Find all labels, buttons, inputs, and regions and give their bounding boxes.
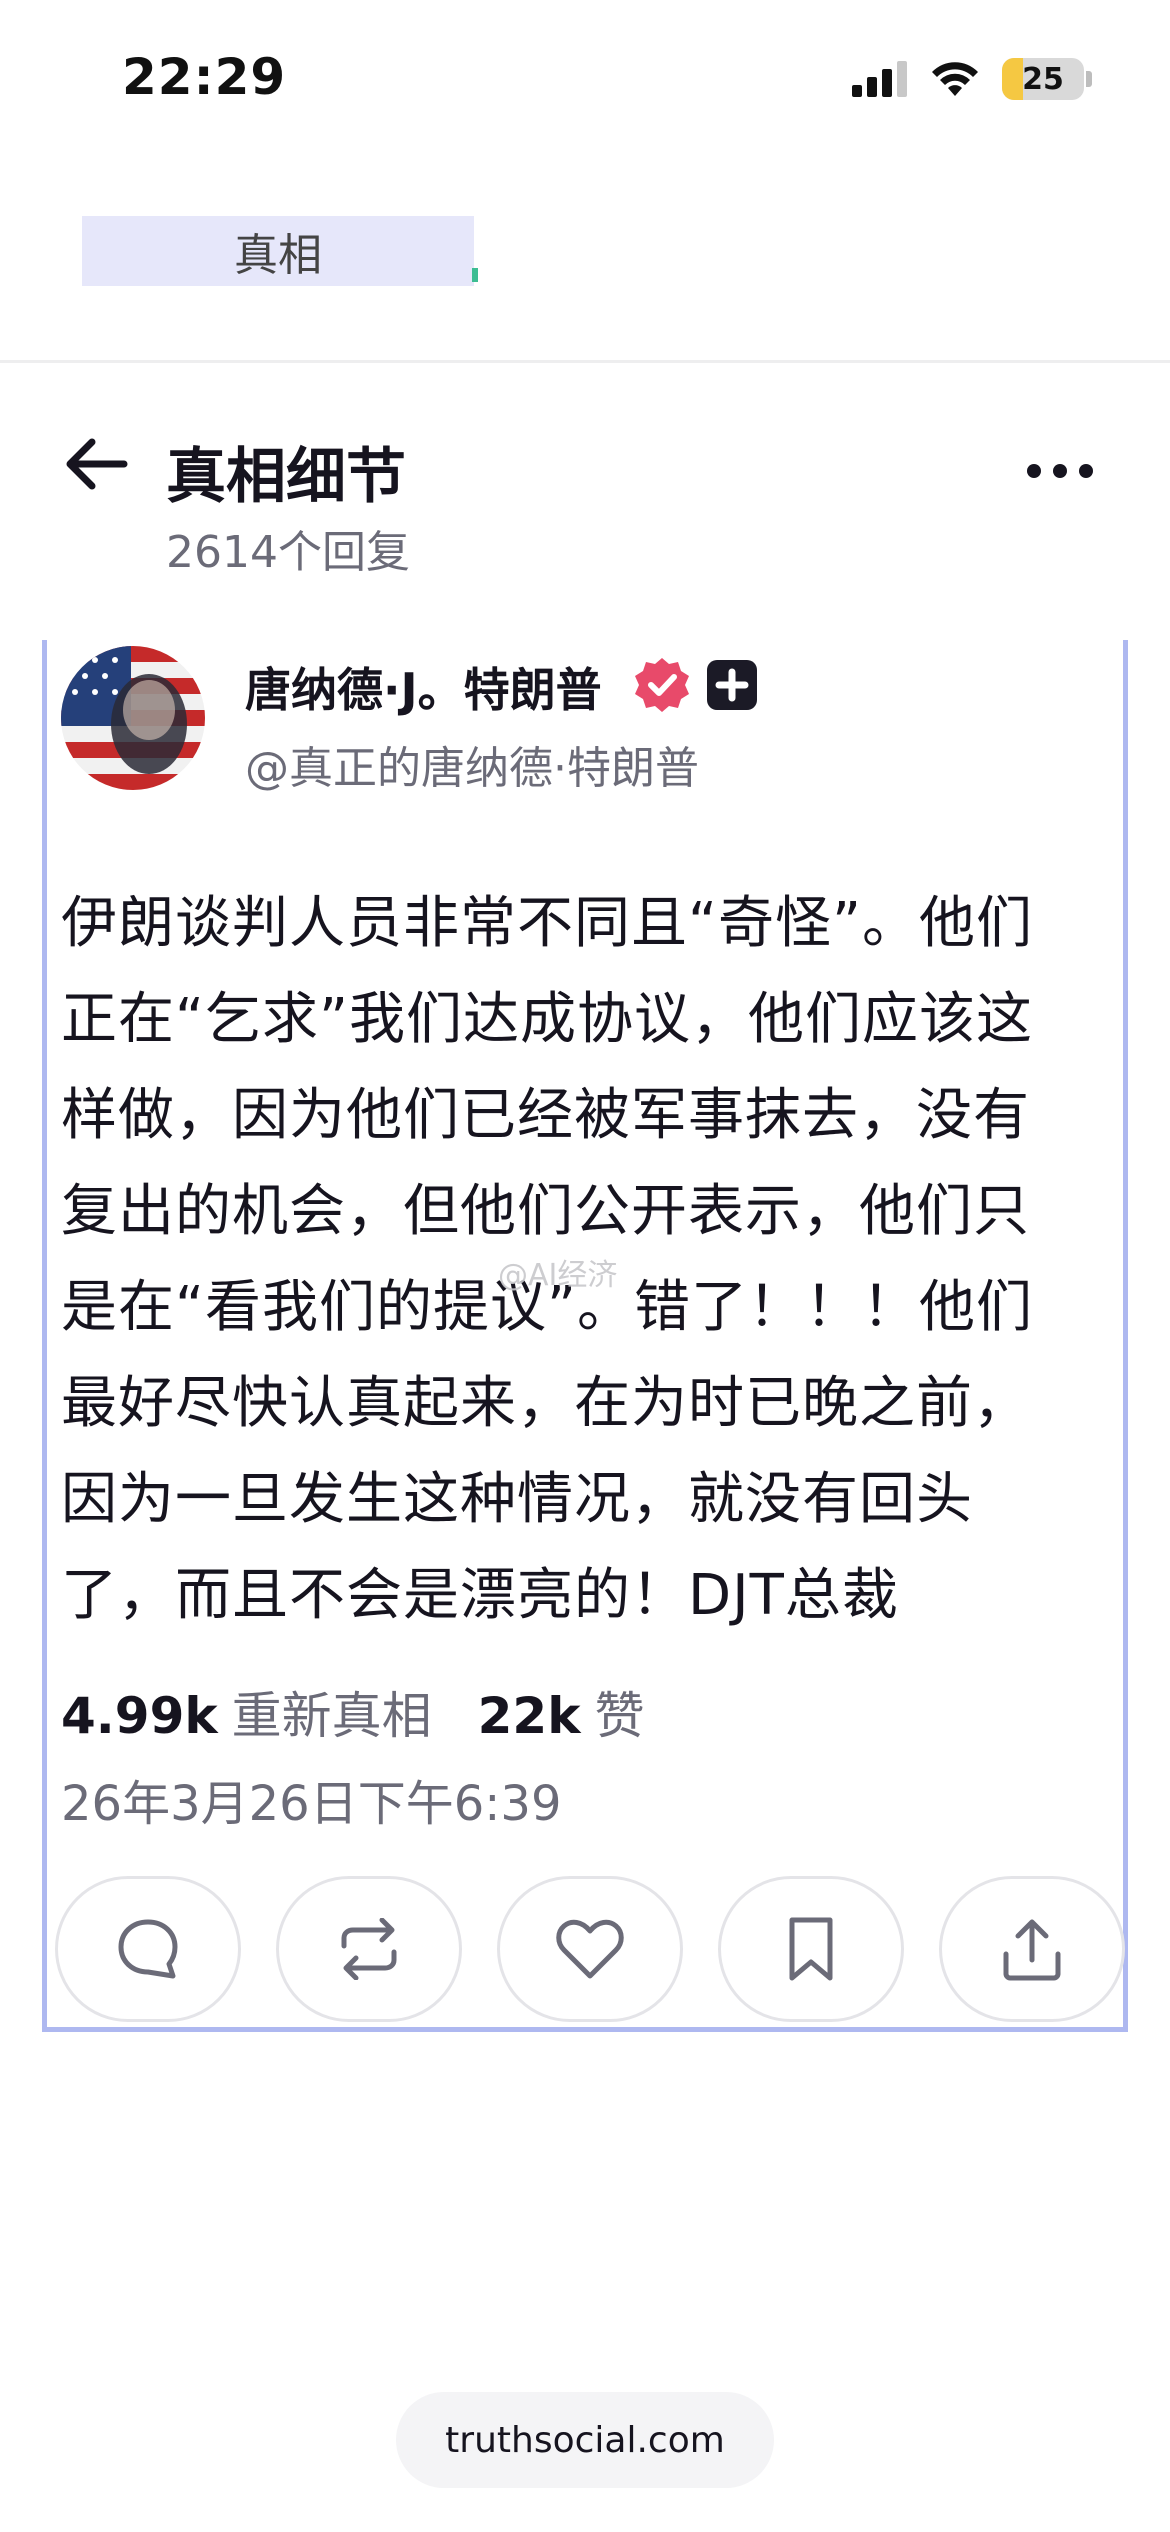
back-button[interactable] bbox=[58, 432, 134, 496]
battery-fill bbox=[1002, 58, 1023, 100]
top-tab-chip[interactable]: 真相 bbox=[82, 216, 474, 286]
author-handle[interactable]: @真正的唐纳德·特朗普 bbox=[245, 732, 699, 796]
post-body-line: 复出的机会，但他们公开表示，他们只 bbox=[61, 1179, 1030, 1244]
author-name[interactable]: 唐纳德·J。特朗普 bbox=[245, 654, 602, 720]
wifi-icon bbox=[932, 62, 978, 96]
battery-icon: 25 bbox=[1002, 58, 1084, 100]
retruths-label[interactable]: 重新真相 bbox=[232, 1676, 432, 1748]
reply-button[interactable] bbox=[55, 1876, 241, 2022]
post-body-line: 样做，因为他们已经被军事抹去，没有 bbox=[61, 1083, 1030, 1148]
plus-badge-icon bbox=[707, 660, 757, 710]
post-body-line: 正在“乞求”我们达成协议，他们应该这 bbox=[61, 987, 1034, 1052]
share-upload-icon bbox=[1003, 1919, 1061, 1981]
post-body-line: 伊朗谈判人员非常不同且“奇怪”。他们 bbox=[61, 891, 1034, 956]
watermark: @AI经济 bbox=[498, 1258, 618, 1293]
verified-badge-icon bbox=[635, 658, 689, 712]
reply-count: 2614个回复 bbox=[166, 527, 410, 578]
page-title: 真相细节 bbox=[166, 442, 406, 512]
retruths-count[interactable]: 4.99k bbox=[61, 1687, 218, 1745]
status-time: 22:29 bbox=[122, 48, 287, 106]
avatar[interactable] bbox=[61, 646, 205, 790]
retruth-button[interactable] bbox=[276, 1876, 462, 2022]
more-options-button[interactable] bbox=[1020, 446, 1100, 496]
heart-icon bbox=[556, 1919, 624, 1979]
avatar-image bbox=[61, 646, 205, 790]
bookmark-icon bbox=[789, 1917, 833, 1981]
likes-count[interactable]: 22k bbox=[478, 1687, 581, 1745]
repost-icon bbox=[341, 1918, 397, 1980]
status-icons: 25 bbox=[852, 56, 1092, 102]
bookmark-button[interactable] bbox=[718, 1876, 904, 2022]
post-card: 唐纳德·J。特朗普 @真正的唐纳德·特朗普 伊朗谈判人员非常不同且“奇怪”。他们… bbox=[42, 640, 1128, 2032]
top-tab-label: 真相 bbox=[234, 230, 322, 281]
top-divider bbox=[0, 360, 1170, 363]
post-timestamp: 26年3月26日下午6:39 bbox=[61, 1776, 562, 1832]
arrow-left-icon bbox=[66, 438, 128, 490]
domain-text: truthsocial.com bbox=[445, 2419, 725, 2461]
post-actions bbox=[55, 1876, 1125, 2022]
status-bar: 22:29 25 bbox=[0, 0, 1170, 150]
comment-icon bbox=[118, 1919, 178, 1979]
post-stats: 4.99k 重新真相 22k 赞 bbox=[61, 1676, 644, 1748]
more-horizontal-icon bbox=[1027, 464, 1093, 478]
plus-icon bbox=[715, 668, 749, 702]
cellular-signal-icon bbox=[852, 61, 907, 97]
post-body-line: 最好尽快认真起来，在为时已晚之前， bbox=[61, 1371, 1030, 1436]
like-button[interactable] bbox=[497, 1876, 683, 2022]
battery-level-text: 25 bbox=[1022, 61, 1064, 97]
battery-cap bbox=[1086, 71, 1092, 87]
tab-accent-mark bbox=[472, 268, 478, 282]
share-button[interactable] bbox=[939, 1876, 1125, 2022]
post-body-line: 因为一旦发生这种情况，就没有回头 bbox=[61, 1467, 973, 1532]
likes-label[interactable]: 赞 bbox=[594, 1676, 644, 1748]
url-domain-pill[interactable]: truthsocial.com bbox=[396, 2392, 774, 2488]
post-body-line: 了，而且不会是漂亮的！DJT总裁 bbox=[61, 1563, 899, 1628]
